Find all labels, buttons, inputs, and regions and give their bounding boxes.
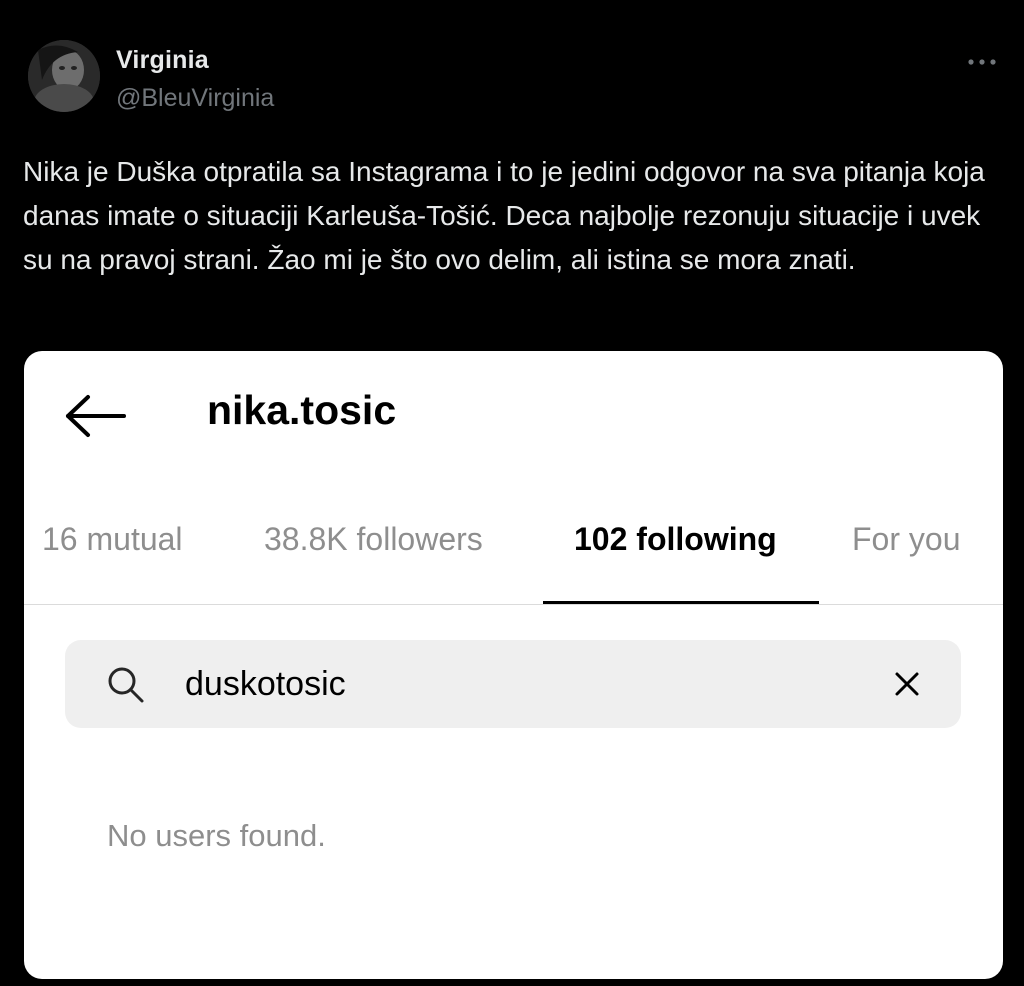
avatar[interactable] (28, 40, 100, 112)
embedded-screenshot[interactable]: nika.tosic 16 mutual 38.8K followers 102… (24, 351, 1003, 979)
empty-state-message: No users found. (107, 818, 326, 853)
tab-for-you[interactable]: For you (852, 521, 960, 601)
search-bar[interactable] (65, 640, 961, 728)
divider (24, 604, 1003, 605)
arrow-left-icon (66, 395, 126, 437)
tweet-header: Virginia @BleuVirginia (28, 40, 1008, 120)
tab-bar: 16 mutual 38.8K followers 102 following … (24, 521, 1003, 604)
author-handle[interactable]: @BleuVirginia (116, 84, 274, 113)
clear-search-button[interactable] (893, 670, 921, 698)
profile-username: nika.tosic (207, 387, 397, 433)
avatar-image (28, 40, 100, 112)
search-icon (107, 666, 145, 704)
tab-followers[interactable]: 38.8K followers (264, 521, 483, 601)
author-name[interactable]: Virginia (116, 46, 209, 75)
more-options-button[interactable] (964, 54, 1000, 70)
back-button[interactable] (64, 393, 128, 439)
search-input[interactable] (185, 654, 865, 714)
close-icon (895, 672, 919, 696)
tab-following[interactable]: 102 following (574, 521, 777, 601)
more-horizontal-icon (968, 59, 996, 65)
tab-mutual[interactable]: 16 mutual (42, 521, 183, 601)
tweet-text: Nika je Duška otpratila sa Instagrama i … (23, 156, 985, 275)
